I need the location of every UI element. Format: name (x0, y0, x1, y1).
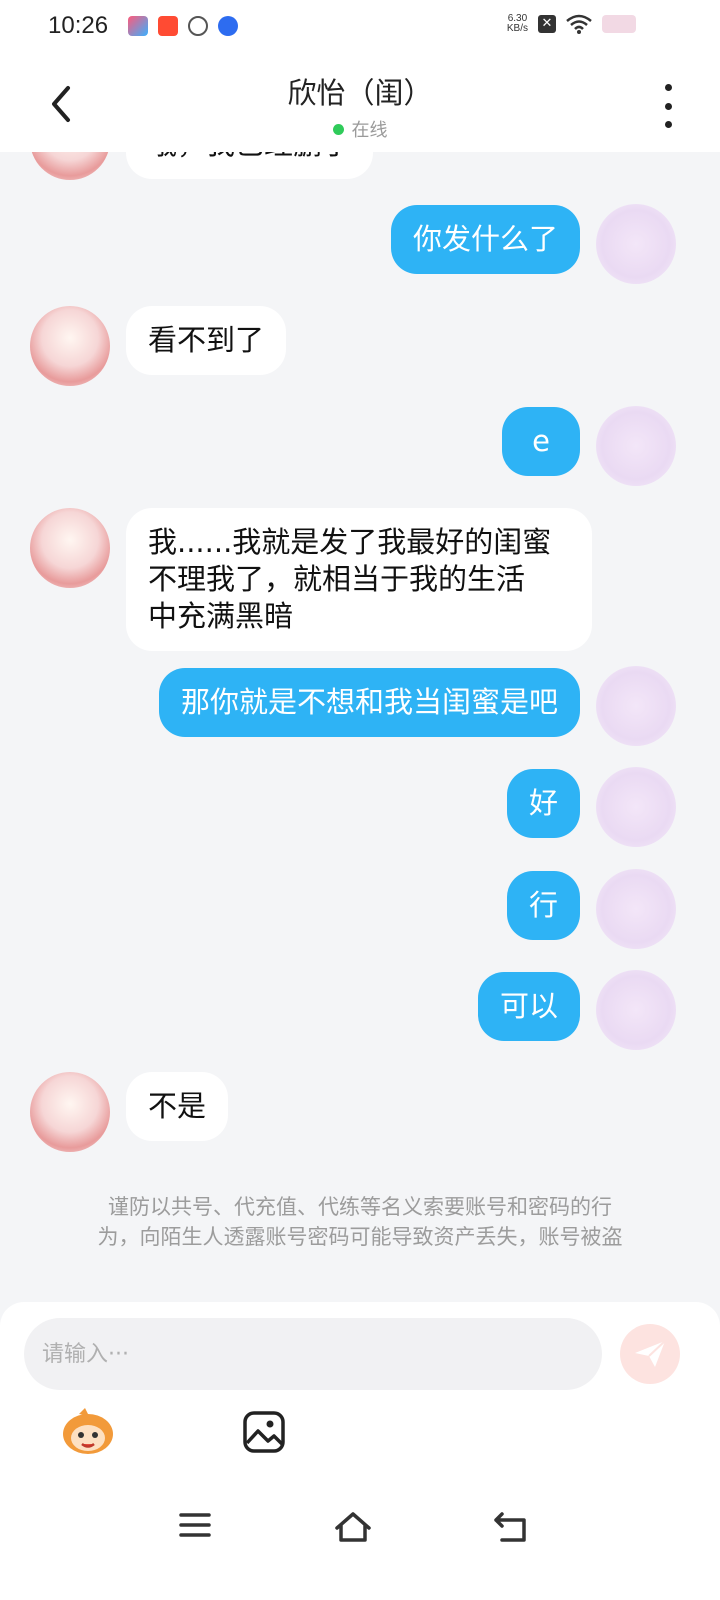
message-bubble-outgoing: 可以 (477, 972, 580, 1041)
page-title: 欣怡（闺） (287, 76, 433, 110)
emoji-button[interactable] (58, 1402, 118, 1462)
battery-icon (602, 15, 636, 33)
contact-avatar[interactable] (30, 1072, 110, 1152)
image-button[interactable] (234, 1402, 294, 1462)
app-notification-icon (158, 16, 178, 36)
chat-header: 欣怡（闺） 在线 (0, 56, 720, 152)
network-speed-unit: KB/s (506, 23, 528, 34)
status-indicators: 6.30 KB/s ✕ (507, 14, 636, 34)
send-icon (635, 1340, 666, 1367)
contact-avatar[interactable] (30, 152, 110, 180)
online-dot (332, 123, 344, 135)
emoji-mascot-icon (63, 1408, 113, 1454)
message-bubble-incoming: 看不到了 (126, 306, 287, 375)
security-notice-line: 谨防以共号、代充值、代练等名义索要账号和密码的行 (108, 1195, 612, 1219)
my-avatar[interactable] (596, 666, 676, 746)
network-speed: 6.30 KB/s (507, 14, 528, 34)
message-bubble-outgoing: 那你就是不想和我当闺蜜是吧 (158, 668, 580, 737)
no-sim-icon: ✕ (538, 15, 556, 33)
message-composer (0, 1302, 720, 1600)
message-bubble-outgoing: 好 (506, 769, 580, 838)
more-icon (664, 84, 672, 91)
message-bubble-incoming: 哦，我已经删了 (126, 152, 374, 179)
my-avatar[interactable] (596, 767, 676, 847)
image-icon (243, 1411, 285, 1453)
message-text-line: 我......我就是发了我最好的闺蜜 (148, 525, 552, 559)
message-bubble-incoming: 我......我就是发了我最好的闺蜜 不理我了，就相当于我的生活 中充满黑暗 (126, 508, 592, 651)
my-avatar[interactable] (596, 970, 676, 1050)
message-bubble-outgoing: 行 (506, 871, 580, 940)
message-bubble-incoming: 不是 (126, 1072, 229, 1141)
message-text-line: 不理我了，就相当于我的生活 (148, 562, 526, 596)
message-list[interactable]: 哦，我已经删了 你发什么了 看不到了 e 我......我就是发了我最好的闺蜜 … (0, 152, 720, 1302)
title-block: 欣怡（闺） 在线 (160, 70, 560, 142)
status-app-icons (128, 16, 238, 36)
send-button[interactable] (620, 1324, 680, 1384)
menu-icon (179, 1513, 211, 1537)
back-button[interactable] (46, 82, 82, 126)
message-bubble-outgoing: e (502, 407, 580, 476)
app-notification-icon (188, 16, 208, 36)
presence-status: 在线 (332, 116, 388, 142)
message-text-line: 中充满黑暗 (148, 599, 294, 633)
status-time: 10:26 (48, 12, 109, 39)
recent-apps-button[interactable] (178, 1510, 218, 1546)
message-bubble-outgoing: 你发什么了 (390, 205, 580, 274)
more-options-button[interactable] (656, 84, 680, 128)
my-avatar[interactable] (596, 204, 676, 284)
app-notification-icon (218, 16, 238, 36)
message-input[interactable] (24, 1318, 602, 1390)
back-icon (52, 86, 70, 122)
contact-avatar[interactable] (30, 306, 110, 386)
home-button[interactable] (333, 1510, 373, 1546)
back-nav-icon (494, 1512, 526, 1542)
contact-avatar[interactable] (30, 508, 110, 588)
status-bar: 10:26 6.30 KB/s ✕ (0, 0, 720, 56)
my-avatar[interactable] (596, 869, 676, 949)
home-icon (335, 1512, 371, 1542)
security-notice: 谨防以共号、代充值、代练等名义索要账号和密码的行 为，向陌生人透露账号密码可能导… (50, 1192, 670, 1252)
wifi-icon (566, 14, 592, 34)
system-nav-bar (0, 1492, 720, 1562)
presence-label: 在线 (351, 120, 388, 141)
back-nav-button[interactable] (490, 1510, 530, 1546)
my-avatar[interactable] (596, 406, 676, 486)
app-notification-icon (128, 16, 148, 36)
security-notice-line: 为，向陌生人透露账号密码可能导致资产丢失，账号被盗 (97, 1225, 623, 1249)
